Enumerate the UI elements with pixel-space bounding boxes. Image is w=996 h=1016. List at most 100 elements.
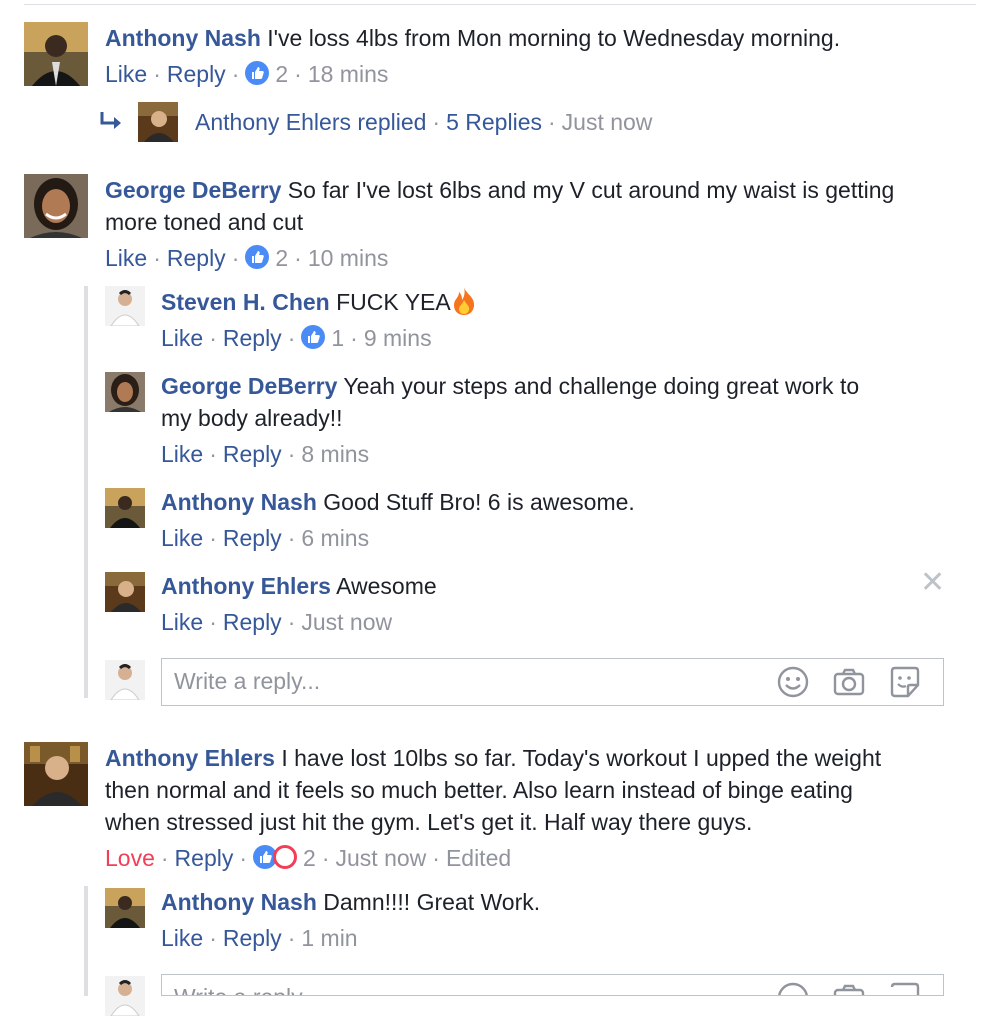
timestamp[interactable]: 9 mins <box>364 325 432 351</box>
camera-icon[interactable] <box>832 665 866 699</box>
separator: · <box>547 109 556 135</box>
separator: · <box>209 441 217 467</box>
reaction-count[interactable]: 2 <box>275 245 288 271</box>
separator: · <box>153 61 161 87</box>
like-link[interactable]: Like <box>161 925 203 951</box>
reply-link[interactable]: Reply <box>167 61 226 87</box>
comment-author[interactable]: George DeBerry <box>105 177 281 203</box>
replies-count[interactable]: 5 Replies <box>446 109 542 135</box>
reply-link[interactable]: Reply <box>223 609 282 635</box>
comment-text: I've loss 4lbs from Mon morning to Wedne… <box>260 25 841 51</box>
reply-actions: Like · Reply · 1 · 9 mins <box>161 322 432 354</box>
avatar[interactable] <box>105 572 145 612</box>
reaction-count[interactable]: 1 <box>331 325 344 351</box>
reply-link[interactable]: Reply <box>223 525 282 551</box>
timestamp[interactable]: Just now <box>301 609 392 635</box>
separator: · <box>209 925 217 951</box>
separator: · <box>350 325 358 351</box>
reply-author[interactable]: Anthony Ehlers <box>161 573 331 599</box>
like-reaction-icon[interactable] <box>245 245 270 269</box>
timestamp[interactable]: Just now <box>336 845 427 871</box>
reply-input[interactable]: Write a reply... <box>161 658 944 706</box>
separator: · <box>287 441 296 467</box>
reaction-count[interactable]: 2 <box>303 845 316 871</box>
reply-link[interactable]: Reply <box>223 441 282 467</box>
reply-text: Yeah your steps and challenge doing grea… <box>337 373 860 399</box>
love-link[interactable]: Love <box>105 845 155 871</box>
like-link[interactable]: Like <box>105 61 147 87</box>
thread-line <box>84 886 88 996</box>
separator: · <box>231 61 240 87</box>
comment-author[interactable]: Anthony Nash <box>105 25 261 51</box>
timestamp[interactable]: 18 mins <box>308 61 389 87</box>
reply-author[interactable]: Steven H. Chen <box>161 289 330 315</box>
avatar[interactable] <box>138 102 178 142</box>
reply-author[interactable]: Anthony Nash <box>161 889 317 915</box>
like-link[interactable]: Like <box>161 325 203 351</box>
separator: · <box>294 245 302 271</box>
timestamp[interactable]: 6 mins <box>301 525 369 551</box>
reaction-count[interactable]: 2 <box>275 61 288 87</box>
emoji-icon[interactable] <box>776 981 810 995</box>
reply-actions: Like · Reply · Just now <box>161 606 392 638</box>
separator: · <box>287 325 296 351</box>
reply-body: Anthony Ehlers Awesome <box>161 570 437 602</box>
comment-text: then normal and it feels so much better.… <box>105 777 853 803</box>
timestamp[interactable]: Just now <box>562 109 653 135</box>
separator: · <box>432 109 441 135</box>
timestamp[interactable]: 8 mins <box>301 441 369 467</box>
reply-link[interactable]: Reply <box>167 245 226 271</box>
avatar[interactable] <box>24 742 88 806</box>
like-link[interactable]: Like <box>161 609 203 635</box>
reply-text: Awesome <box>330 573 437 599</box>
avatar[interactable] <box>24 22 88 86</box>
comment-actions: Like · Reply · 2 · 10 mins <box>105 242 388 274</box>
avatar[interactable] <box>105 286 145 326</box>
camera-icon[interactable] <box>832 981 866 995</box>
separator: · <box>287 925 296 951</box>
reply-link[interactable]: Reply <box>175 845 234 871</box>
reply-arrow-icon <box>98 110 124 141</box>
separator: · <box>209 609 217 635</box>
avatar[interactable] <box>105 888 145 928</box>
reply-input[interactable]: Write a reply... <box>161 974 944 996</box>
sticker-icon[interactable] <box>888 981 922 995</box>
close-icon[interactable]: ✕ <box>920 568 945 598</box>
separator: · <box>287 525 296 551</box>
reply-author[interactable]: George DeBerry <box>161 373 337 399</box>
like-link[interactable]: Like <box>161 441 203 467</box>
reply-text: my body already!! <box>161 405 343 431</box>
edited-label[interactable]: Edited <box>446 845 511 871</box>
sticker-icon[interactable] <box>888 665 922 699</box>
replied-summary[interactable]: Anthony Ehlers replied · 5 Replies · Just no… <box>195 106 652 138</box>
replied-author[interactable]: Anthony Ehlers replied <box>195 109 426 135</box>
avatar[interactable] <box>24 174 88 238</box>
separator: · <box>294 61 302 87</box>
timestamp[interactable]: 10 mins <box>308 245 389 271</box>
like-reaction-icon[interactable] <box>245 61 270 85</box>
love-reaction-icon[interactable] <box>273 845 298 869</box>
avatar <box>105 976 145 1016</box>
emoji-icon[interactable] <box>776 665 810 699</box>
like-reaction-icon[interactable] <box>301 325 326 349</box>
separator: · <box>287 609 296 635</box>
like-link[interactable]: Like <box>105 245 147 271</box>
reply-link[interactable]: Reply <box>223 325 282 351</box>
reply-author[interactable]: Anthony Nash <box>161 489 317 515</box>
like-link[interactable]: Like <box>161 525 203 551</box>
avatar[interactable] <box>105 372 145 412</box>
reply-body: Anthony Nash Good Stuff Bro! 6 is awesom… <box>161 486 635 518</box>
comment-body: George DeBerry So far I've lost 6lbs and… <box>105 174 975 238</box>
reply-link[interactable]: Reply <box>223 925 282 951</box>
separator: · <box>432 845 440 871</box>
separator: · <box>209 525 217 551</box>
avatar[interactable] <box>105 488 145 528</box>
reply-actions: Like · Reply · 8 mins <box>161 438 369 470</box>
comment-author[interactable]: Anthony Ehlers <box>105 745 275 771</box>
reply-input-placeholder: Write a reply... <box>174 668 321 694</box>
top-divider <box>24 4 976 5</box>
separator: · <box>209 325 217 351</box>
separator: · <box>239 845 248 871</box>
timestamp[interactable]: 1 min <box>301 925 357 951</box>
fire-emoji-icon <box>451 286 477 316</box>
